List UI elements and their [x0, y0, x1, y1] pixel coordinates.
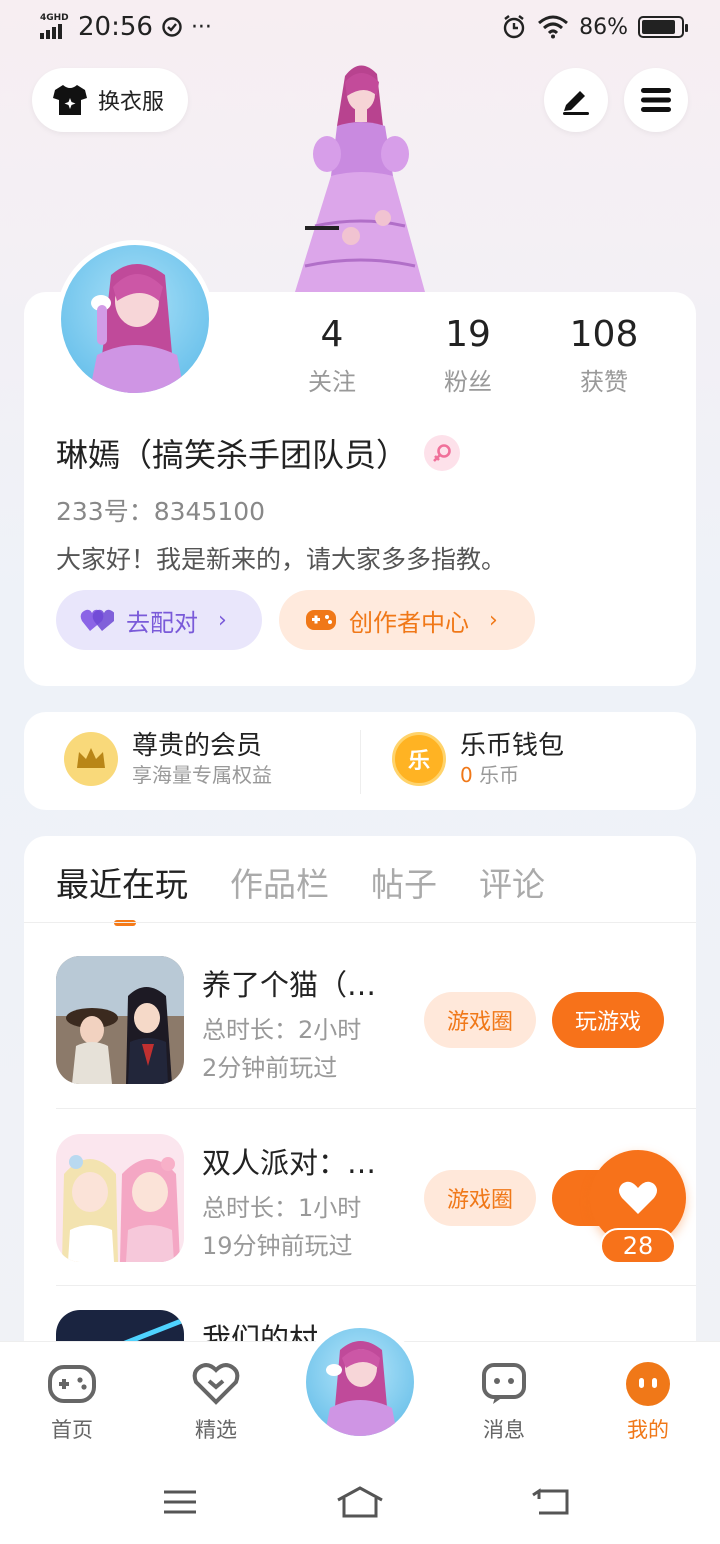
list-item[interactable]: 养了个猫（… 总时长：2小时 2分钟前玩过 游戏圈 玩游戏 [56, 956, 696, 1132]
tab-works[interactable]: 作品栏 [230, 858, 329, 906]
home-icon [337, 1486, 383, 1518]
status-bar: 4GHD 20:56 ··· 86% [0, 0, 720, 58]
play-game-button[interactable]: 玩游戏 [552, 992, 664, 1048]
gamepad-icon [48, 1365, 96, 1403]
tab-comments[interactable]: 评论 [479, 858, 545, 906]
game-thumbnail[interactable] [56, 956, 184, 1084]
stat-fans[interactable]: 19 粉丝 [400, 312, 536, 397]
signal-icon: 4GHD [38, 13, 70, 41]
game-last-played: 19分钟前玩过 [202, 1232, 353, 1260]
game-duration: 总时长：2小时 [202, 1016, 362, 1044]
nav-home[interactable]: 首页 [22, 1360, 122, 1444]
sync-icon [162, 17, 182, 37]
gamepad-icon [306, 610, 336, 630]
chat-icon [482, 1363, 526, 1404]
avatar-3d-figure[interactable] [275, 56, 445, 296]
dress-up-button[interactable]: 换衣服 [32, 68, 189, 132]
tab-recent[interactable]: 最近在玩 [56, 858, 188, 926]
nav-featured[interactable]: 精选 [166, 1360, 266, 1444]
female-icon [424, 435, 461, 471]
divider [24, 922, 696, 923]
user-id: 233号：8345100 [56, 497, 266, 526]
game-title: 双人派对：… [202, 1146, 377, 1180]
tshirt-icon [53, 85, 87, 115]
divider [56, 1285, 696, 1286]
profile-avatar[interactable] [56, 240, 214, 398]
creator-center-button[interactable]: 创作者中心 › [279, 590, 535, 650]
menu-button[interactable] [624, 68, 688, 132]
dress-up-label: 换衣服 [98, 90, 165, 115]
profile-stats: 4 关注 19 粉丝 108 获赞 [264, 312, 672, 397]
username: 琳嫣（搞笑杀手团队员） [56, 430, 461, 476]
center-avatar-button[interactable] [300, 1322, 420, 1442]
more-status: ··· [190, 14, 212, 40]
wallet-amount: 0 [460, 763, 473, 787]
tab-bar: 最近在玩 作品栏 帖子 评论 [56, 858, 545, 926]
pair-button[interactable]: 去配对 › [56, 590, 262, 650]
edit-profile-button[interactable] [544, 68, 608, 132]
game-circle-button[interactable]: 游戏圈 [424, 992, 536, 1048]
stat-likes[interactable]: 108 获赞 [536, 312, 672, 397]
heart-icon [619, 1181, 657, 1214]
game-title: 养了个猫（… [202, 968, 377, 1002]
profile-dots-icon [626, 1362, 670, 1406]
game-circle-button[interactable]: 游戏圈 [424, 1170, 536, 1226]
nav-mine[interactable]: 我的 [598, 1360, 698, 1444]
double-heart-icon [80, 609, 114, 631]
game-duration: 总时长：1小时 [202, 1194, 362, 1222]
member-card: 尊贵的会员 享海量专属权益 乐 乐币钱包 0 乐币 [24, 712, 696, 810]
wallet-entry[interactable]: 乐 乐币钱包 0 乐币 [392, 730, 564, 788]
game-thumbnail[interactable] [56, 1134, 184, 1262]
tab-posts[interactable]: 帖子 [371, 858, 437, 906]
alarm-icon [503, 15, 525, 39]
heart-box-icon [192, 1363, 240, 1405]
hamburger-icon [641, 88, 671, 112]
clock: 20:56 [78, 12, 153, 42]
stat-following[interactable]: 4 关注 [264, 312, 400, 397]
coin-icon: 乐 [392, 732, 446, 786]
back-icon [532, 1488, 569, 1515]
divider [56, 1108, 696, 1109]
like-count-badge: 28 [600, 1228, 676, 1264]
chevron-right-icon: › [218, 607, 227, 633]
crown-icon [64, 732, 118, 786]
battery-icon [638, 16, 688, 38]
chevron-right-icon: › [489, 607, 498, 633]
pen-icon [563, 91, 589, 115]
nav-messages[interactable]: 消息 [454, 1360, 554, 1444]
divider [360, 730, 361, 794]
recent-apps-button[interactable] [156, 1482, 204, 1522]
menu-lines-icon [164, 1490, 196, 1514]
user-bio: 大家好！我是新来的，请大家多多指教。 [56, 545, 507, 574]
system-nav-bar [0, 1464, 720, 1544]
home-button[interactable] [336, 1482, 384, 1522]
game-last-played: 2分钟前玩过 [202, 1054, 338, 1082]
battery-text: 86% [579, 14, 628, 40]
vip-entry[interactable]: 尊贵的会员 享海量专属权益 [64, 730, 272, 788]
back-button[interactable] [526, 1482, 574, 1522]
wifi-icon [538, 15, 569, 39]
